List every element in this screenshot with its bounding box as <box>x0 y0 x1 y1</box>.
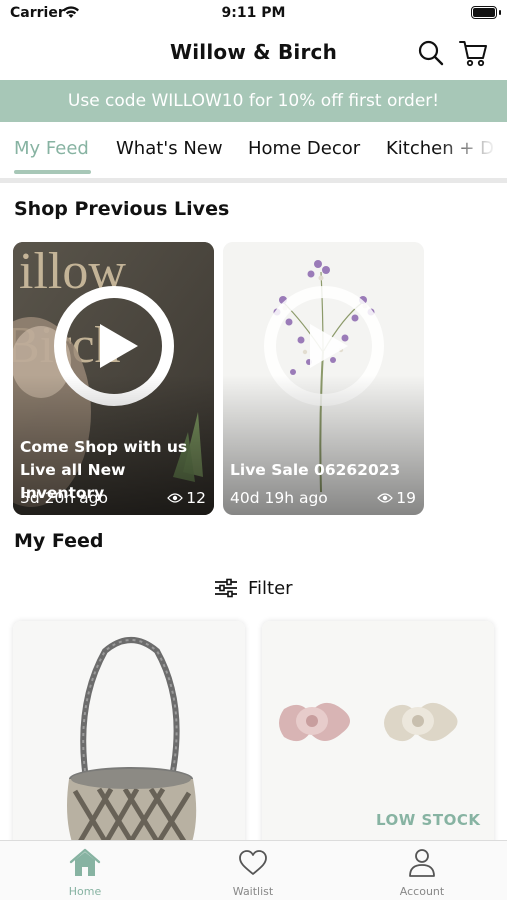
live-card[interactable]: Live Sale 06262023 40d 19h ago 19 <box>223 242 424 515</box>
product-card[interactable]: LOW STOCK <box>262 621 494 851</box>
filter-label: Filter <box>248 577 293 599</box>
home-icon <box>69 848 101 876</box>
basket-product-image <box>13 621 245 851</box>
cart-icon <box>459 41 487 67</box>
active-tab-indicator <box>14 170 91 174</box>
search-icon <box>418 40 444 66</box>
tab-kitchen[interactable]: Kitchen + D <box>386 138 494 159</box>
bottom-tab-bar: Home Waitlist Account <box>0 840 507 900</box>
tabs-divider <box>0 178 507 183</box>
play-icon <box>100 324 138 368</box>
cart-button[interactable] <box>456 36 490 70</box>
nav-home[interactable]: Home <box>35 847 135 898</box>
live-title-line1: Come Shop with us <box>20 438 188 456</box>
person-icon <box>409 849 435 877</box>
eye-icon <box>167 493 184 503</box>
tab-whats-new[interactable]: What's New <box>116 138 223 159</box>
tab-my-feed[interactable]: My Feed <box>14 138 89 159</box>
view-count-value: 12 <box>186 489 206 507</box>
nav-waitlist-label: Waitlist <box>232 885 274 898</box>
heart-icon <box>239 850 267 875</box>
live-title-line1: Live Sale 06262023 <box>230 461 401 479</box>
sliders-icon <box>215 578 237 598</box>
filter-button[interactable]: Filter <box>214 574 293 602</box>
nav-waitlist[interactable]: Waitlist <box>203 847 303 898</box>
eye-icon <box>377 493 394 503</box>
lives-section-title: Shop Previous Lives <box>14 198 230 220</box>
nav-home-label: Home <box>68 885 102 898</box>
live-meta: 5d 20h ago 12 <box>20 489 206 507</box>
live-age: 40d 19h ago <box>230 489 328 507</box>
category-tabs: My Feed What's New Home Decor Kitchen + … <box>0 124 507 180</box>
tab-home-decor[interactable]: Home Decor <box>248 138 360 159</box>
nav-account-label: Account <box>399 885 445 898</box>
nav-account[interactable]: Account <box>372 847 472 898</box>
play-icon <box>310 324 348 368</box>
view-count-value: 19 <box>396 489 416 507</box>
view-count: 12 <box>167 489 206 507</box>
low-stock-badge: LOW STOCK <box>376 811 481 829</box>
battery-cap <box>499 10 501 15</box>
view-count: 19 <box>377 489 416 507</box>
live-card[interactable]: illow Birch Come Shop with us Live all N… <box>13 242 214 515</box>
feed-section-title: My Feed <box>14 530 104 552</box>
status-bar: Carrier 9:11 PM <box>0 0 507 28</box>
battery-icon <box>471 6 497 19</box>
product-card[interactable] <box>13 621 245 851</box>
promo-banner[interactable]: Use code WILLOW10 for 10% off first orde… <box>0 80 507 122</box>
live-age: 5d 20h ago <box>20 489 108 507</box>
app-header: Willow & Birch <box>0 30 507 76</box>
status-time: 9:11 PM <box>221 5 286 21</box>
live-meta: 40d 19h ago 19 <box>230 489 416 507</box>
search-button[interactable] <box>414 36 448 70</box>
